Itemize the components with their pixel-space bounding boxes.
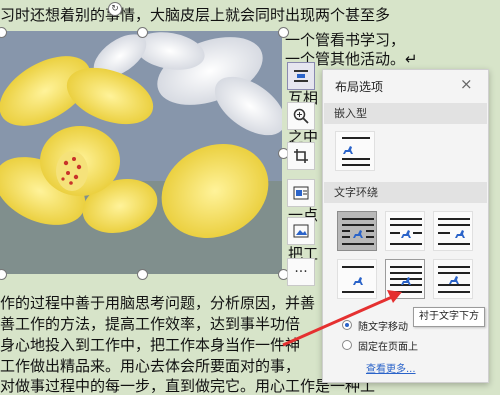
annotation-arrow: [282, 290, 402, 347]
document-page: 习时还想着别的事情，大脑皮层上就会同时出现两个甚至多 一个管看书学习， 一个管其…: [0, 0, 500, 395]
